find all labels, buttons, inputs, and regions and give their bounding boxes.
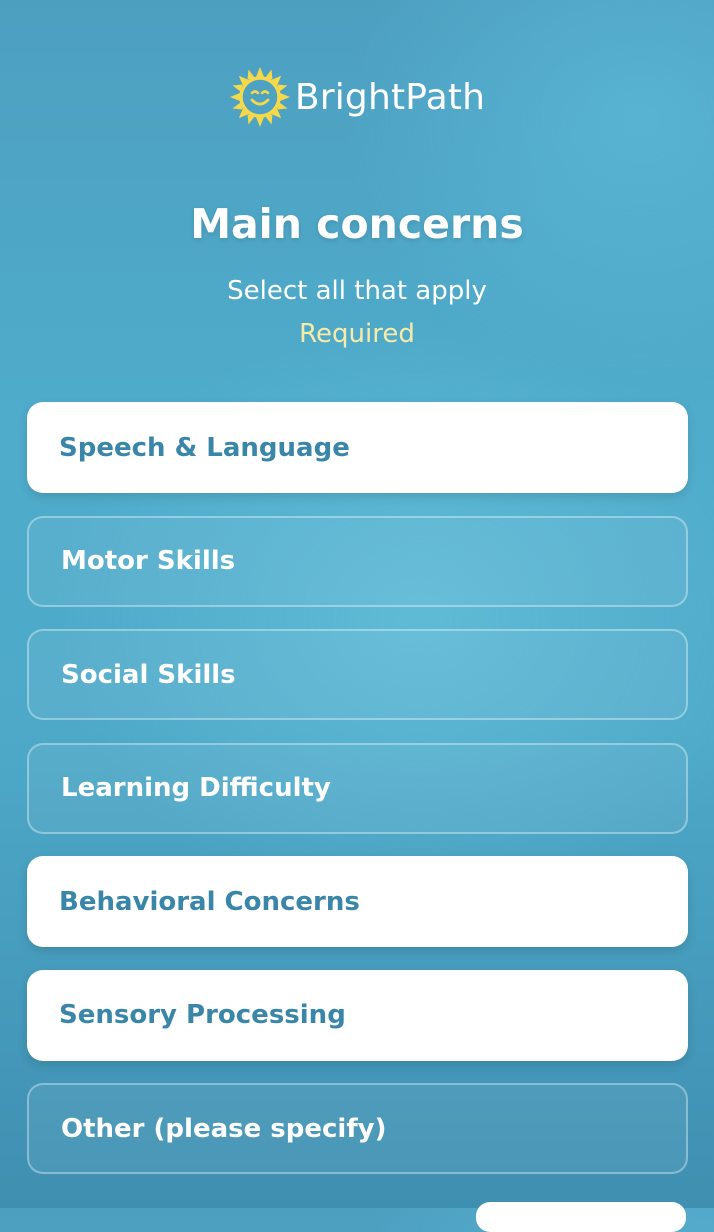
option-other[interactable]: Other (please specify) — [27, 1083, 688, 1174]
concern-options-list: Speech & Language Motor Skills Social Sk… — [27, 402, 688, 1197]
page-title: Main concerns — [190, 200, 524, 248]
option-learning-difficulty[interactable]: Learning Difficulty — [27, 742, 688, 834]
option-label: Social Skills — [61, 659, 236, 690]
option-label: Motor Skills — [61, 546, 236, 576]
option-behavioral-concerns[interactable]: Behavioral Concerns — [27, 856, 688, 947]
option-label: Behavioral Concerns — [59, 886, 360, 917]
brand-name: BrightPath — [294, 76, 486, 118]
option-social-skills[interactable]: Social Skills — [27, 629, 688, 720]
option-label: Learning Difficulty — [61, 773, 331, 803]
continue-button[interactable] — [476, 1202, 686, 1232]
option-label: Sensory Processing — [59, 1000, 346, 1030]
sun-icon — [229, 67, 290, 127]
brand-logo: BrightPath — [0, 66, 714, 128]
option-sensory-processing[interactable]: Sensory Processing — [27, 969, 688, 1061]
option-label: Other (please specify) — [61, 1113, 387, 1144]
option-speech-language[interactable]: Speech & Language — [27, 402, 688, 493]
option-label: Speech & Language — [59, 432, 350, 463]
page-subtitle: Select all that apply — [227, 276, 487, 306]
required-label: Required — [299, 319, 415, 349]
option-motor-skills[interactable]: Motor Skills — [27, 515, 688, 607]
